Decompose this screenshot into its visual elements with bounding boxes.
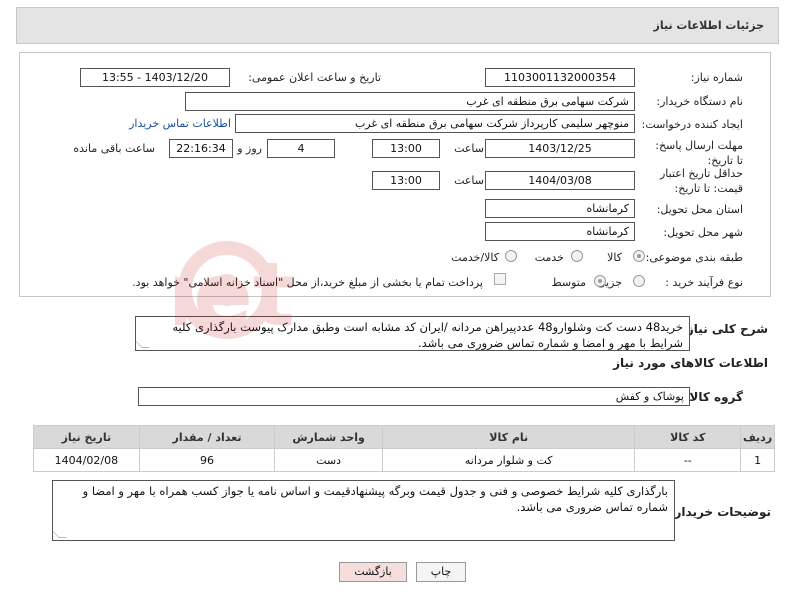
cell-item-name: کت و شلوار مردانه	[381, 448, 636, 472]
process-radio-medium[interactable]	[594, 275, 606, 287]
deadline-date-field: 1403/12/25	[485, 139, 635, 158]
col-quantity: تعداد / مقدار	[138, 425, 276, 449]
process-label: نوع فرآیند خرید :	[665, 276, 743, 289]
cell-item-code: --	[634, 448, 742, 472]
goods-group-field: پوشاک و کفش	[138, 387, 690, 406]
days-label: روز و	[237, 142, 262, 155]
resize-grip-icon[interactable]	[136, 340, 150, 348]
buyer-org-field: شرکت سهامی برق منطقه ای غرب	[185, 92, 635, 111]
treasury-checkbox[interactable]	[494, 273, 506, 285]
general-desc-label: شرح کلی نیاز:	[682, 322, 768, 336]
general-desc-text: خرید48 دست کت وشلوارو48 عددپیراهن مردانه…	[172, 320, 683, 350]
cell-need-date: 1404/02/08	[33, 448, 140, 472]
buyer-contact-link[interactable]: اطلاعات تماس خریدار	[129, 117, 231, 130]
col-item-code: کد کالا	[634, 425, 742, 449]
category-option-goods-service: کالا/خدمت	[451, 251, 499, 264]
city-label: شهر محل تحویل:	[663, 226, 743, 239]
days-field: 4	[267, 139, 335, 158]
panel-header: جزئیات اطلاعات نیاز	[16, 7, 779, 44]
col-item-name: نام کالا	[381, 425, 636, 449]
announce-datetime-field: 1403/12/20 - 13:55	[80, 68, 230, 87]
back-button[interactable]: بازگشت	[339, 562, 407, 582]
page-title: جزئیات اطلاعات نیاز	[653, 19, 765, 32]
table-row[interactable]: 1 -- کت و شلوار مردانه دست 96 1404/02/08	[33, 448, 775, 472]
goods-group-label: گروه کالا:	[684, 390, 743, 404]
goods-info-title: اطلاعات کالاهای مورد نیاز	[613, 356, 768, 370]
category-option-goods: کالا	[607, 251, 622, 264]
province-field: کرمانشاه	[485, 199, 635, 218]
category-radio-service[interactable]	[571, 250, 583, 262]
validity-label: حداقل تاریخ اعتبار قیمت: تا تاریخ:	[659, 167, 743, 195]
buyer-notes-text: بارگذاری کلیه شرایط خصوصی و فنی و جدول ق…	[82, 484, 668, 514]
deadline-label: مهلت ارسال پاسخ: تا تاریخ:	[655, 139, 743, 167]
creator-field: منوچهر سلیمی کارپرداز شرکت سهامی برق منط…	[235, 114, 635, 133]
province-label: استان محل تحویل:	[656, 203, 743, 216]
buyer-org-label: نام دستگاه خریدار:	[656, 95, 743, 108]
process-radio-minor[interactable]	[633, 275, 645, 287]
buyer-notes-textarea[interactable]: بارگذاری کلیه شرایط خصوصی و فنی و جدول ق…	[52, 480, 675, 541]
remaining-time-field: 22:16:34	[169, 139, 233, 158]
col-row-number: ردیف	[740, 425, 775, 449]
process-option-medium: متوسط	[551, 276, 586, 289]
col-need-date: تاریخ نیاز	[33, 425, 140, 449]
validity-time-field: 13:00	[372, 171, 440, 190]
validity-date-field: 1404/03/08	[485, 171, 635, 190]
resize-grip-icon[interactable]	[53, 530, 67, 538]
buyer-notes-label: توضیحات خریدار:	[669, 505, 771, 519]
category-radio-goods[interactable]	[633, 250, 645, 262]
category-label: طبقه بندی موضوعی:	[645, 251, 743, 264]
table-header-row: ردیف کد کالا نام کالا واحد شمارش تعداد /…	[33, 425, 775, 449]
creator-label: ایجاد کننده درخواست:	[641, 118, 743, 131]
announce-label: تاریخ و ساعت اعلان عمومی:	[248, 71, 381, 84]
deadline-time-label: ساعت	[454, 142, 484, 155]
cell-unit: دست	[274, 448, 383, 472]
city-field: کرمانشاه	[485, 222, 635, 241]
validity-time-label: ساعت	[454, 174, 484, 187]
print-button[interactable]: چاپ	[416, 562, 466, 582]
category-option-service: خدمت	[534, 251, 564, 264]
need-number-field: 1103001132000354	[485, 68, 635, 87]
items-table: ردیف کد کالا نام کالا واحد شمارش تعداد /…	[33, 425, 775, 472]
cell-row-number: 1	[740, 448, 775, 472]
col-unit: واحد شمارش	[274, 425, 383, 449]
category-radio-goods-service[interactable]	[505, 250, 517, 262]
remaining-label: ساعت باقی مانده	[73, 142, 155, 155]
payment-note: پرداخت تمام یا بخشی از مبلغ خرید،از محل …	[132, 276, 483, 289]
cell-quantity: 96	[138, 448, 276, 472]
deadline-time-field: 13:00	[372, 139, 440, 158]
need-number-label: شماره نیاز:	[690, 71, 743, 84]
general-desc-textarea[interactable]: خرید48 دست کت وشلوارو48 عددپیراهن مردانه…	[135, 316, 690, 351]
